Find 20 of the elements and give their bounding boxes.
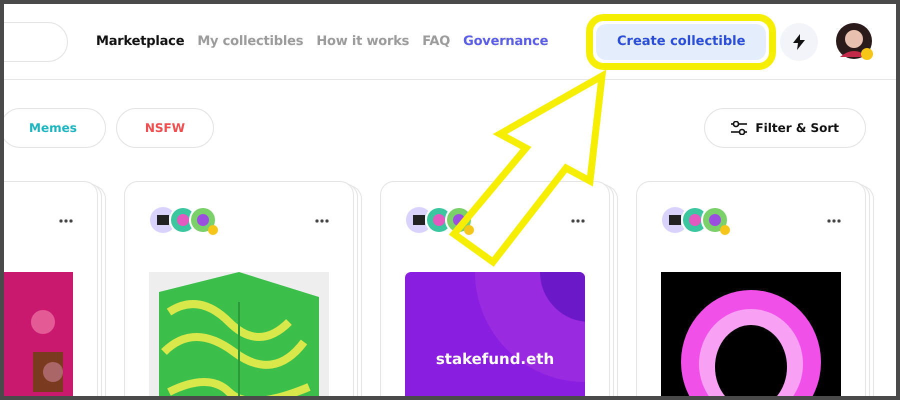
nav-link[interactable]: My collectibles [197, 34, 304, 49]
more-icon[interactable] [315, 219, 329, 223]
filter-sort-button[interactable]: Filter & Sort [704, 108, 866, 148]
owner-avatars-icon [405, 206, 477, 236]
profile-avatar[interactable] [836, 22, 874, 60]
more-icon[interactable] [827, 219, 841, 223]
lightning-button[interactable] [780, 22, 818, 60]
more-icon[interactable] [571, 219, 585, 223]
more-icon[interactable] [59, 219, 73, 223]
nav-link[interactable]: Marketplace [96, 34, 184, 49]
owner-avatars-icon [149, 206, 221, 236]
category-chip[interactable]: NSFW [116, 108, 214, 148]
nav-link[interactable]: FAQ [422, 34, 450, 49]
lightning-icon [793, 34, 806, 50]
create-collectible-button[interactable]: Create collectible [596, 24, 766, 60]
nav-link[interactable]: Governance [463, 34, 548, 49]
sliders-icon [731, 121, 748, 135]
owner-avatars-icon [661, 206, 733, 236]
nav-link[interactable]: How it works [316, 34, 410, 49]
image-caption: stakefund.eth [434, 350, 556, 368]
